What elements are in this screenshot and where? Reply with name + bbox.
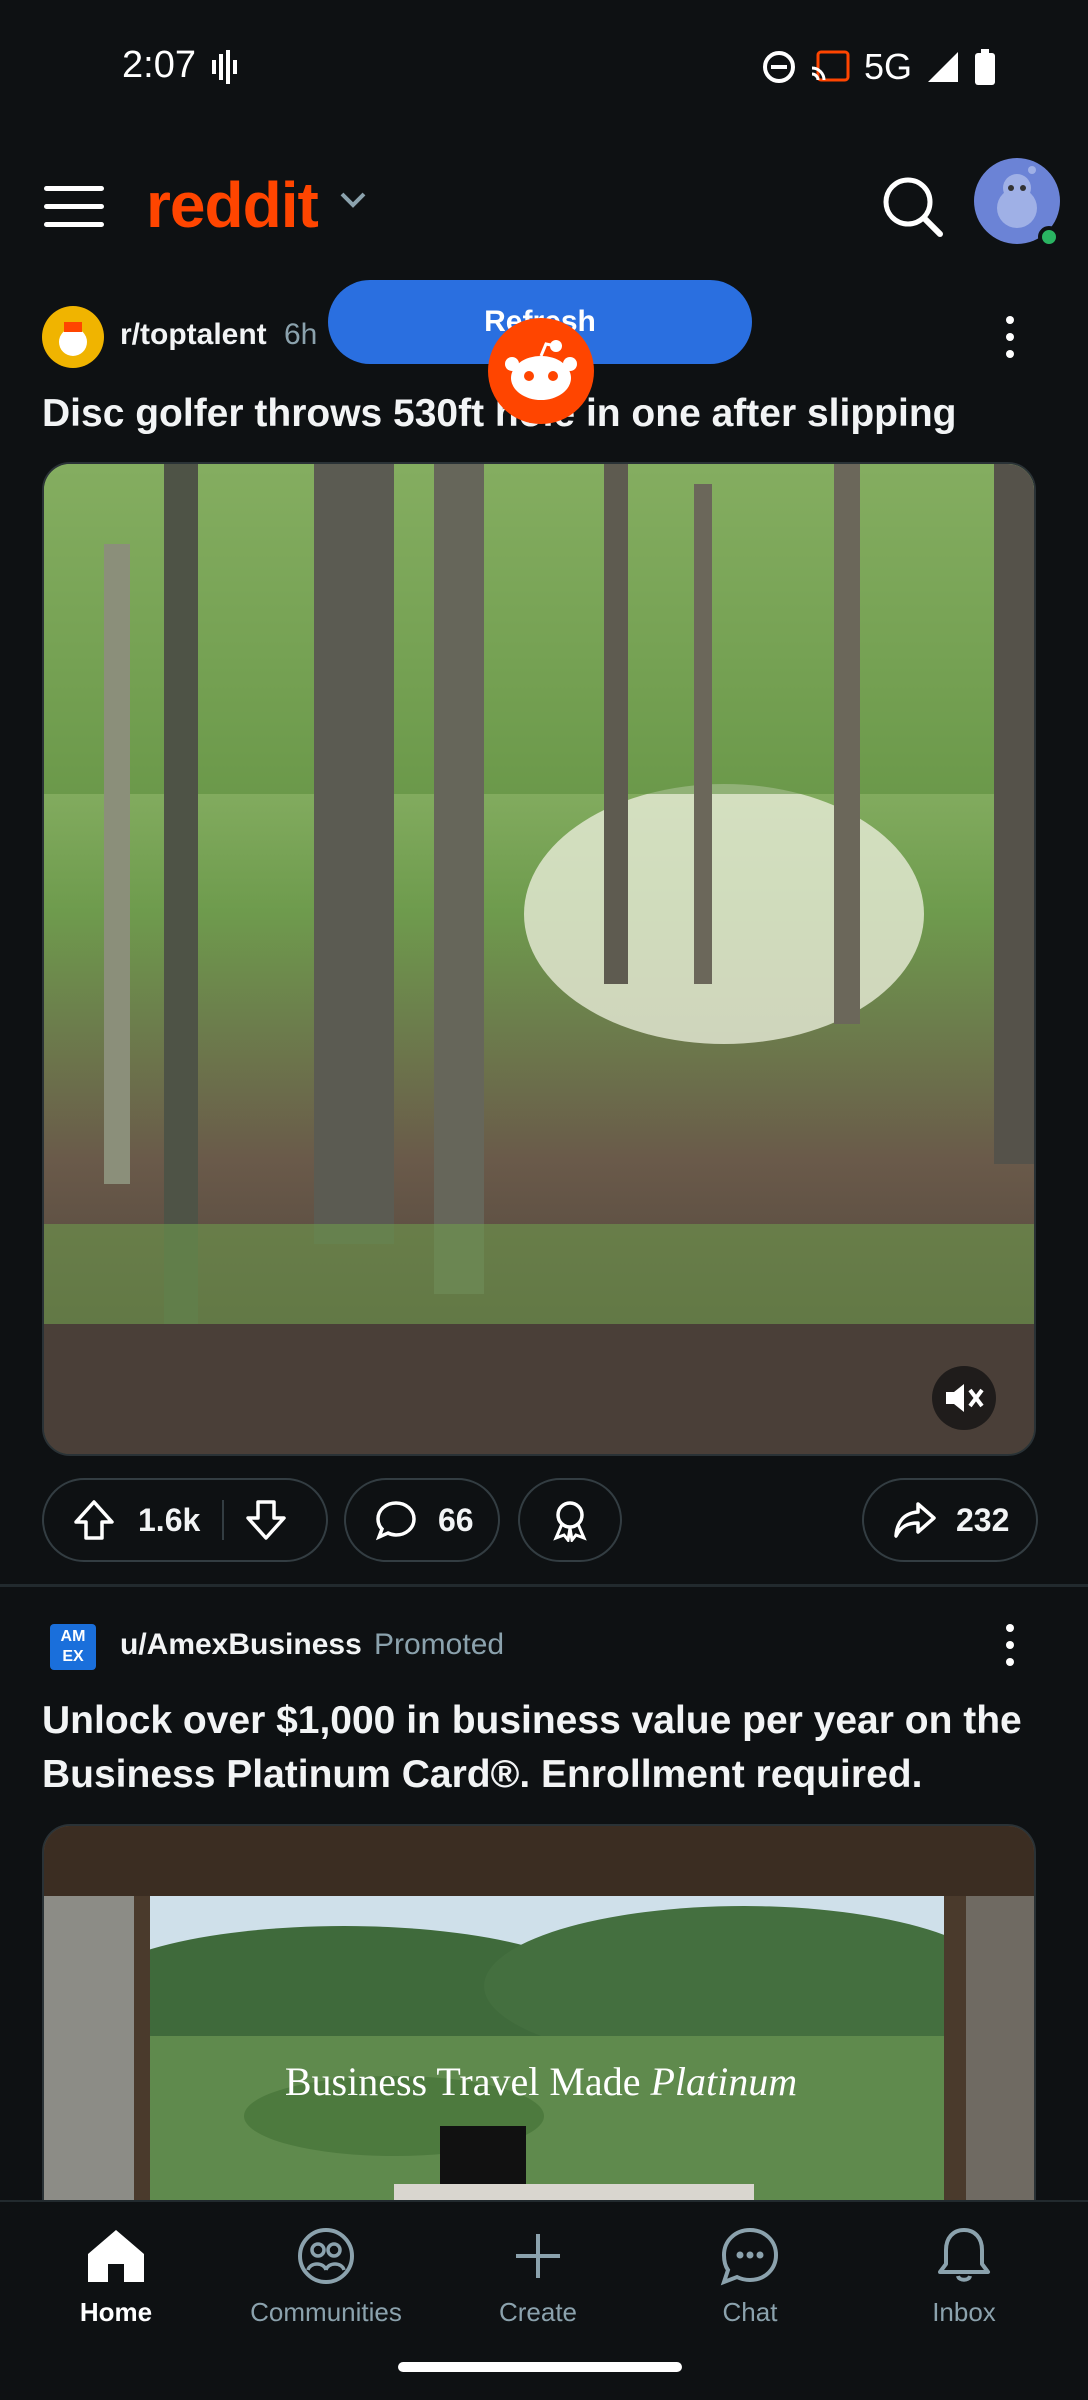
subreddit-icon[interactable]: [42, 306, 104, 368]
status-bar: 2:07 5G: [0, 0, 1088, 130]
communities-icon: [298, 2228, 354, 2284]
comment-count: 66: [438, 1501, 474, 1538]
share-button[interactable]: 232: [862, 1478, 1038, 1562]
snoo-loading-icon: [488, 318, 594, 424]
amex-logo[interactable]: AM EX: [50, 1624, 96, 1670]
more-options-icon[interactable]: [1004, 1624, 1016, 1670]
share-icon: [894, 1502, 936, 1538]
reddit-logo[interactable]: reddit: [146, 168, 319, 242]
post-actions: 1.6k 66 232: [42, 1478, 1052, 1562]
downvote-icon[interactable]: [244, 1498, 288, 1542]
network-label: 5G: [863, 46, 912, 87]
chat-icon: [720, 2227, 779, 2286]
promoted-post-title[interactable]: Unlock over $1,000 in business value per…: [42, 1694, 1052, 1802]
online-indicator: [1038, 226, 1060, 248]
post-age: 6h: [284, 318, 318, 351]
bell-icon: [938, 2228, 990, 2282]
menu-icon[interactable]: [44, 186, 104, 228]
more-options-icon[interactable]: [1004, 316, 1016, 362]
subreddit-name[interactable]: r/toptalent: [120, 318, 267, 352]
home-icon: [88, 2230, 144, 2282]
advertiser-name[interactable]: u/AmexBusiness: [120, 1628, 362, 1662]
nav-communities[interactable]: Communities: [236, 2226, 416, 2328]
nav-create[interactable]: Create: [448, 2226, 628, 2328]
vote-pill: 1.6k: [42, 1478, 328, 1562]
award-icon: [553, 1501, 587, 1542]
nav-chat[interactable]: Chat: [660, 2226, 840, 2328]
upvote-count: 1.6k: [138, 1501, 201, 1538]
promoted-badge: Promoted: [374, 1628, 505, 1661]
nav-inbox[interactable]: Inbox: [874, 2226, 1054, 2328]
home-indicator[interactable]: [398, 2362, 682, 2372]
forest-video-frame: [44, 464, 1034, 1454]
post-video[interactable]: [42, 462, 1036, 1456]
plus-icon: [516, 2234, 560, 2278]
promoted-post-header: AM EX u/AmexBusiness Promoted: [42, 1610, 1052, 1680]
nav-home[interactable]: Home: [26, 2226, 206, 2328]
cast-icon: [811, 50, 850, 82]
comments-button[interactable]: 66: [344, 1478, 500, 1562]
top-bar: reddit: [0, 150, 1088, 260]
search-icon[interactable]: [880, 174, 944, 238]
mute-icon[interactable]: [932, 1366, 996, 1430]
ad-scene: [44, 1826, 1034, 2204]
share-count: 232: [956, 1501, 1010, 1538]
ad-image[interactable]: Business Travel Made Platinum: [42, 1824, 1036, 2204]
dnd-icon: [762, 51, 795, 83]
award-button[interactable]: [518, 1478, 622, 1562]
status-time: 2:07: [122, 44, 196, 86]
post-divider: [0, 1584, 1088, 1587]
chevron-down-icon[interactable]: [338, 190, 368, 210]
upvote-icon[interactable]: [72, 1498, 116, 1542]
ad-headline: Business Travel Made Platinum: [284, 2059, 798, 2104]
signal-icon: [928, 52, 958, 82]
vibrate-icon: [212, 50, 237, 84]
battery-icon: [975, 49, 995, 85]
comment-icon: [375, 1501, 416, 1541]
